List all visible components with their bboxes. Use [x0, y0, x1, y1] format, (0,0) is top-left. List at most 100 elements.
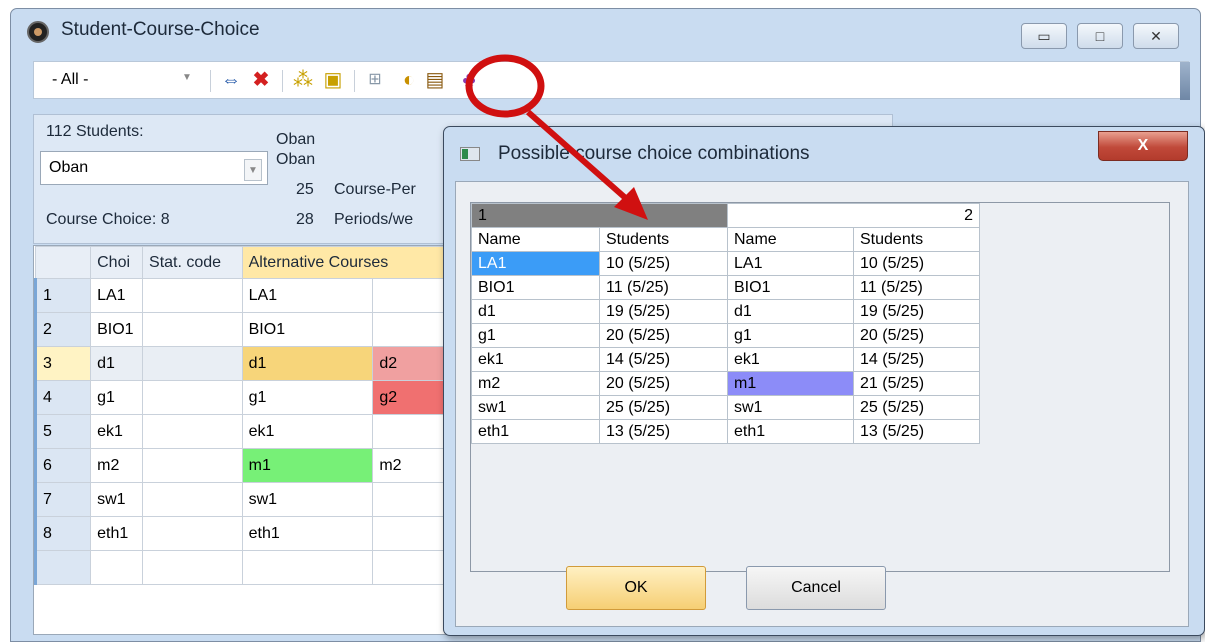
table-row[interactable]: BIO1 11 (5/25) BIO1 11 (5/25) [471, 275, 980, 300]
table-row[interactable]: 2 BIO1 BIO1 [34, 312, 492, 347]
students-cell[interactable]: 21 (5/25) [853, 371, 980, 396]
grid-icon[interactable]: ⊞ [362, 67, 388, 93]
choice-column-header[interactable]: Choi [90, 246, 144, 279]
choice-cell[interactable]: ek1 [90, 414, 144, 449]
course-name-cell[interactable]: d1 [727, 299, 854, 324]
ok-button[interactable]: OK [566, 566, 706, 610]
choice-cell[interactable] [90, 550, 144, 585]
cancel-button[interactable]: Cancel [746, 566, 886, 610]
delete-icon[interactable]: ✖ [248, 67, 274, 93]
dialog-close-button[interactable]: X [1098, 131, 1188, 161]
table-row[interactable]: 4 g1 g1 g2 [34, 380, 492, 415]
optimize-icon[interactable]: ⁂ [290, 67, 316, 93]
students-cell[interactable]: 19 (5/25) [599, 299, 728, 324]
course-name-cell[interactable]: ek1 [471, 347, 600, 372]
course-name-cell[interactable]: BIO1 [471, 275, 600, 300]
minimize-button[interactable]: ▭ [1021, 23, 1067, 49]
stat-code-cell[interactable] [142, 278, 243, 313]
swap-arrows-icon[interactable]: ⇔ [218, 67, 244, 93]
students-cell[interactable]: 11 (5/25) [853, 275, 980, 300]
choice-cell[interactable]: sw1 [90, 482, 144, 517]
choice-cell[interactable]: d1 [90, 346, 144, 381]
stat-code-column-header[interactable]: Stat. code [142, 246, 243, 279]
students-cell[interactable]: 11 (5/25) [599, 275, 728, 300]
table-row[interactable]: 7 sw1 sw1 [34, 482, 492, 517]
stat-code-cell[interactable] [142, 448, 243, 483]
course-name-cell[interactable]: g1 [471, 323, 600, 348]
stat-code-cell[interactable] [142, 482, 243, 517]
students-cell[interactable]: 10 (5/25) [853, 251, 980, 276]
choice-cell[interactable]: LA1 [90, 278, 144, 313]
stat-code-cell[interactable] [142, 516, 243, 551]
stat-code-cell[interactable] [142, 346, 243, 381]
choice-cell[interactable]: BIO1 [90, 312, 144, 347]
choice-cell[interactable]: m2 [90, 448, 144, 483]
chevron-down-icon[interactable]: ▼ [182, 72, 192, 83]
course-name-cell[interactable]: LA1 [471, 251, 600, 276]
chevron-down-icon[interactable]: ▼ [244, 159, 262, 181]
course-name-cell[interactable]: m2 [471, 371, 600, 396]
lock-icon[interactable]: ▣ [320, 67, 346, 93]
course-name-cell[interactable]: ek1 [727, 347, 854, 372]
course-name-cell[interactable]: sw1 [471, 395, 600, 420]
table-row[interactable]: m2 20 (5/25) m1 21 (5/25) [471, 371, 980, 396]
stat-code-cell[interactable] [142, 414, 243, 449]
table-row[interactable]: 5 ek1 ek1 [34, 414, 492, 449]
students-cell[interactable]: 13 (5/25) [853, 419, 980, 444]
search-course-icon[interactable]: ◐ [396, 67, 422, 93]
stat-code-cell[interactable] [142, 380, 243, 415]
students-cell[interactable]: 20 (5/25) [599, 371, 728, 396]
course-name-cell[interactable]: sw1 [727, 395, 854, 420]
course-name-cell[interactable]: m1 [727, 371, 854, 396]
combinations-icon[interactable]: ▤ [422, 67, 448, 93]
table-row[interactable]: eth1 13 (5/25) eth1 13 (5/25) [471, 419, 980, 444]
students-cell[interactable]: 20 (5/25) [599, 323, 728, 348]
course-choice-grid: Choi Stat. code Alternative Courses 1 LA… [33, 245, 493, 635]
close-button[interactable]: ✕ [1133, 23, 1179, 49]
students-cell[interactable]: 20 (5/25) [853, 323, 980, 348]
table-row-empty[interactable] [34, 550, 492, 585]
students-cell[interactable]: 25 (5/25) [853, 395, 980, 420]
combination-1-header[interactable]: 1 [471, 203, 728, 228]
combination-2-header[interactable]: 2 [727, 203, 980, 228]
course-name-cell[interactable]: d1 [471, 299, 600, 324]
stat-code-cell[interactable] [142, 312, 243, 347]
course-name-cell[interactable]: eth1 [727, 419, 854, 444]
students-cell[interactable]: 14 (5/25) [853, 347, 980, 372]
students-cell[interactable]: 13 (5/25) [599, 419, 728, 444]
table-row[interactable]: sw1 25 (5/25) sw1 25 (5/25) [471, 395, 980, 420]
table-row[interactable]: ek1 14 (5/25) ek1 14 (5/25) [471, 347, 980, 372]
choice-cell[interactable]: g1 [90, 380, 144, 415]
alternative-course-cell[interactable]: ek1 [241, 414, 374, 449]
course-name-cell[interactable]: LA1 [727, 251, 854, 276]
students-cell[interactable]: 19 (5/25) [853, 299, 980, 324]
stat-code-cell[interactable] [142, 550, 243, 585]
maximize-button[interactable]: □ [1077, 23, 1123, 49]
students-cell[interactable]: 14 (5/25) [599, 347, 728, 372]
toolbar-overflow-grip[interactable] [1180, 62, 1190, 100]
alternative-course-cell[interactable]: eth1 [241, 516, 374, 551]
table-row[interactable]: 1 LA1 LA1 [34, 278, 492, 313]
table-row[interactable]: 6 m2 m1 m2 [34, 448, 492, 483]
filter-select[interactable]: - All - [42, 68, 202, 92]
course-name-cell[interactable]: g1 [727, 323, 854, 348]
alternative-course-cell[interactable]: LA1 [241, 278, 374, 313]
table-row[interactable]: d1 19 (5/25) d1 19 (5/25) [471, 299, 980, 324]
student-icon[interactable]: ♣ [456, 67, 482, 93]
alternative-course-cell[interactable] [241, 550, 374, 585]
alternative-course-cell[interactable]: sw1 [241, 482, 374, 517]
alternative-course-cell[interactable]: BIO1 [241, 312, 374, 347]
table-row[interactable]: LA1 10 (5/25) LA1 10 (5/25) [471, 251, 980, 276]
alternative-course-cell[interactable]: g1 [241, 380, 374, 415]
course-name-cell[interactable]: BIO1 [727, 275, 854, 300]
class-select[interactable]: Oban [40, 151, 268, 185]
table-row[interactable]: 8 eth1 eth1 [34, 516, 492, 551]
table-row[interactable]: 3 d1 d1 d2 [34, 346, 492, 381]
alternative-course-cell[interactable]: d1 [241, 346, 374, 381]
students-cell[interactable]: 25 (5/25) [599, 395, 728, 420]
choice-cell[interactable]: eth1 [90, 516, 144, 551]
alternative-course-cell[interactable]: m1 [241, 448, 374, 483]
course-name-cell[interactable]: eth1 [471, 419, 600, 444]
table-row[interactable]: g1 20 (5/25) g1 20 (5/25) [471, 323, 980, 348]
students-cell[interactable]: 10 (5/25) [599, 251, 728, 276]
